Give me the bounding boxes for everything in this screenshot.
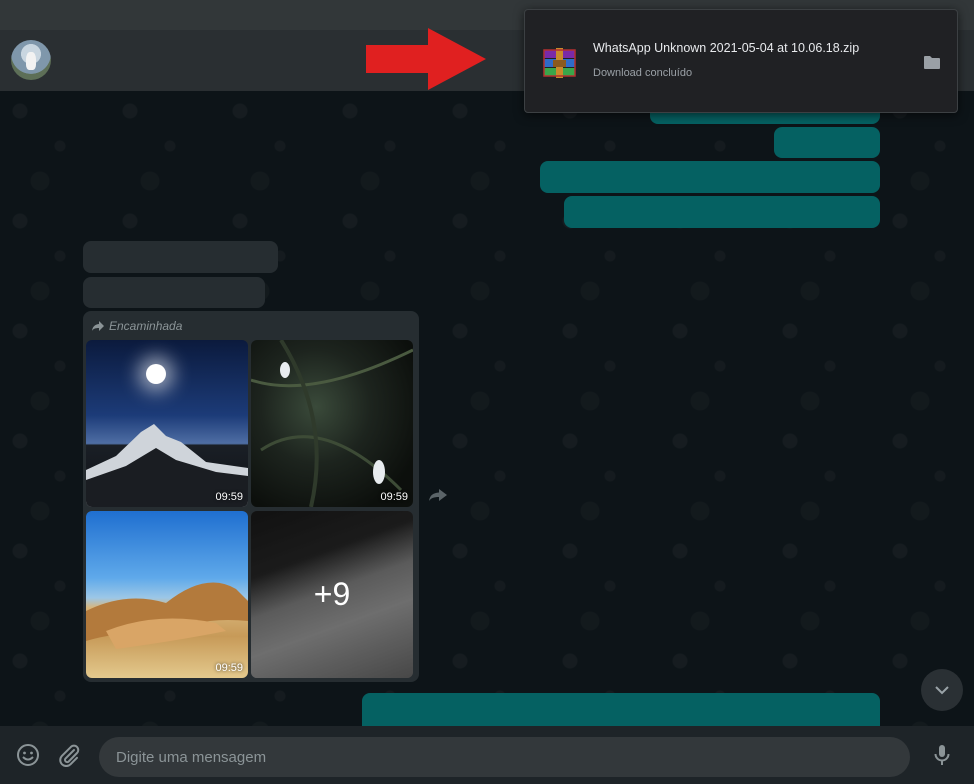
forwarded-label: Encaminhada: [91, 319, 182, 333]
forward-arrow-icon: [92, 321, 104, 331]
folder-icon[interactable]: [924, 55, 940, 69]
forwarded-photo-album[interactable]: Encaminhada 09:59 09:59 09:59 +9: [83, 311, 419, 682]
album-photo-snow-hill[interactable]: +9: [251, 511, 413, 678]
avatar-bird-image: [26, 52, 36, 70]
download-notification[interactable]: WhatsApp Unknown 2021-05-04 at 10.06.18.…: [524, 9, 958, 113]
photo-time: 09:59: [215, 491, 243, 503]
incoming-message[interactable]: [83, 241, 278, 273]
outgoing-message[interactable]: [540, 161, 880, 193]
photo-time: 09:59: [380, 491, 408, 503]
album-photo-desert-rocks[interactable]: 09:59: [86, 511, 248, 678]
message-input[interactable]: [99, 737, 910, 777]
emoji-icon[interactable]: [16, 743, 40, 767]
red-annotation-arrow: [366, 28, 486, 90]
microphone-icon[interactable]: [930, 743, 954, 767]
share-forward-icon[interactable]: [428, 487, 448, 503]
chevron-down-icon: [935, 686, 949, 695]
scroll-down-button[interactable]: [921, 669, 963, 711]
paperclip-icon[interactable]: [57, 743, 81, 767]
incoming-message[interactable]: [83, 277, 265, 308]
outgoing-message[interactable]: [774, 127, 880, 158]
album-photo-palm-birds[interactable]: 09:59: [251, 340, 413, 507]
contact-avatar[interactable]: [11, 40, 51, 80]
palm-leaves-graphic: [251, 340, 413, 507]
rock-formation-graphic: [86, 582, 248, 649]
moon-glow: [146, 364, 166, 384]
photo-time: 09:59: [215, 662, 243, 674]
download-filename[interactable]: WhatsApp Unknown 2021-05-04 at 10.06.18.…: [593, 41, 859, 55]
message-composer: [0, 726, 974, 784]
more-photos-count[interactable]: +9: [251, 511, 413, 678]
download-status: Download concluído: [593, 67, 693, 79]
winrar-archive-icon: [543, 48, 576, 78]
forwarded-text: Encaminhada: [109, 319, 183, 333]
album-photo-mountain-moon[interactable]: 09:59: [86, 340, 248, 507]
outgoing-message[interactable]: [564, 196, 880, 228]
